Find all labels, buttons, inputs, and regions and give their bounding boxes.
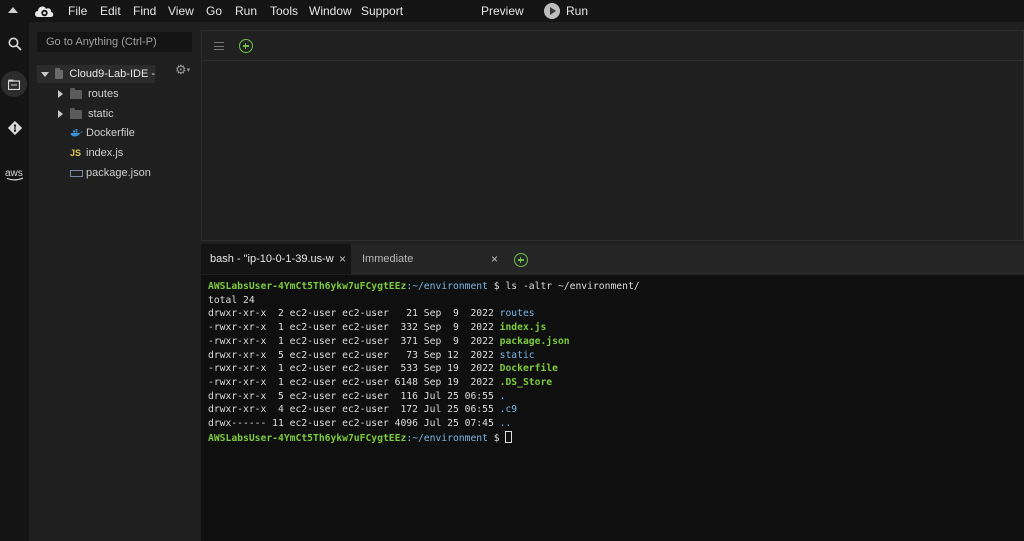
tree-root-folder[interactable]: Cloud9-Lab-IDE -	[37, 65, 155, 83]
tree-root-label: Cloud9-Lab-IDE -	[69, 68, 155, 80]
folder-icon	[55, 67, 64, 79]
search-icon	[8, 37, 22, 51]
run-play-icon[interactable]	[544, 3, 560, 19]
menu-icon[interactable]	[214, 42, 224, 50]
menu-tools[interactable]: Tools	[270, 4, 298, 18]
folder-icon	[8, 79, 20, 90]
ls-row-name: Dockerfile	[499, 363, 558, 375]
ls-row-meta: drwxr-xr-x 2 ec2-user ec2-user 21 Sep 9 …	[208, 308, 500, 320]
tree-item-label: static	[88, 108, 114, 120]
command-text: $ ls -altr ~/environment/	[487, 281, 640, 292]
prompt-user: AWSLabsUser-4YmCt5Th6ykw7uFCygtEEz	[208, 432, 407, 444]
ls-row-name: .c9	[499, 404, 518, 416]
close-icon[interactable]: ×	[491, 252, 498, 266]
svg-text:aws: aws	[5, 168, 23, 179]
folder-icon	[70, 87, 82, 99]
menu-bar: File Edit Find View Go Run Tools Window …	[0, 0, 1024, 22]
source-control-activity-button[interactable]	[0, 114, 29, 142]
ls-row-name: ..	[499, 418, 512, 430]
docker-icon	[70, 129, 83, 137]
tab-bash-terminal[interactable]: bash - "ip-10-0-1-39.us-w ×	[201, 244, 351, 274]
tree-item-package-json[interactable]: package.json	[70, 164, 151, 182]
terminal-output[interactable]: AWSLabsUser-4YmCt5Th6ykw7uFCygtEEz:~/env…	[201, 275, 1024, 541]
collapse-arrow-icon[interactable]	[8, 7, 18, 13]
prompt-path: :~/environment	[406, 432, 488, 444]
terminal-ls-row: drwxr-xr-x 2 ec2-user ec2-user 21 Sep 9 …	[208, 307, 1024, 321]
terminal-command-line: AWSLabsUser-4YmCt5Th6ykw7uFCygtEEz:~/env…	[208, 280, 1024, 294]
tree-item-label: Dockerfile	[86, 127, 135, 139]
tree-item-static[interactable]: static	[58, 105, 114, 123]
terminal-total-line: total 24	[208, 294, 255, 306]
prompt-tail: $	[487, 432, 506, 444]
tree-item-label: index.js	[86, 147, 124, 159]
tree-settings-gear-icon[interactable]: ⚙▾	[175, 62, 190, 78]
preview-button[interactable]: Preview	[481, 4, 524, 18]
ls-row-meta: -rwxr-xr-x 1 ec2-user ec2-user 332 Sep 9…	[208, 322, 500, 334]
ls-row-meta: drwxr-xr-x 5 ec2-user ec2-user 116 Jul 2…	[208, 390, 500, 402]
ls-row-name: .	[499, 390, 506, 402]
cloud9-logo-icon[interactable]	[33, 2, 55, 20]
ls-row-name: package.json	[499, 335, 570, 347]
menu-edit[interactable]: Edit	[100, 4, 121, 18]
javascript-file-icon: JS	[70, 148, 82, 158]
chevron-right-icon[interactable]	[58, 90, 63, 98]
chevron-right-icon[interactable]	[58, 110, 63, 118]
terminal-tab-bar: bash - "ip-10-0-1-39.us-w × Immediate ×	[201, 244, 1024, 274]
tab-immediate[interactable]: Immediate ×	[353, 244, 503, 274]
ls-row-name: index.js	[499, 322, 547, 334]
terminal-ls-row: -rwxr-xr-x 1 ec2-user ec2-user 533 Sep 1…	[208, 362, 1024, 376]
ls-row-name: .DS_Store	[499, 376, 553, 388]
terminal-ls-row: -rwxr-xr-x 1 ec2-user ec2-user 332 Sep 9…	[208, 321, 1024, 335]
menu-file[interactable]: File	[68, 4, 87, 18]
terminal-ls-row: -rwxr-xr-x 1 ec2-user ec2-user 6148 Sep …	[208, 376, 1024, 390]
terminal-prompt-line: AWSLabsUser-4YmCt5Th6ykw7uFCygtEEz:~/env…	[208, 430, 1024, 446]
tree-item-dockerfile[interactable]: Dockerfile	[70, 124, 135, 142]
menu-run[interactable]: Run	[235, 4, 257, 18]
chevron-down-icon[interactable]	[41, 71, 49, 77]
terminal-cursor	[505, 430, 513, 443]
aws-activity-button[interactable]: aws	[0, 160, 29, 188]
run-button[interactable]: Run	[566, 4, 588, 18]
menu-support[interactable]: Support	[361, 4, 403, 18]
ls-row-meta: -rwxr-xr-x 1 ec2-user ec2-user 6148 Sep …	[208, 376, 500, 388]
json-file-icon	[70, 169, 83, 177]
add-tab-plus-icon[interactable]	[239, 39, 253, 53]
ls-row-meta: -rwxr-xr-x 1 ec2-user ec2-user 533 Sep 1…	[208, 363, 500, 375]
prompt-user: AWSLabsUser-4YmCt5Th6ykw7uFCygtEEz	[208, 281, 407, 292]
prompt-path: :~/environment	[406, 281, 488, 292]
tree-item-label: package.json	[86, 167, 151, 179]
goto-anything-input[interactable]: Go to Anything (Ctrl-P)	[37, 32, 192, 52]
ls-row-name: routes	[499, 308, 535, 320]
editor-tab-bar	[202, 31, 1023, 61]
ls-row-meta: drwx------ 11 ec2-user ec2-user 4096 Jul…	[208, 418, 500, 430]
file-tree-panel: Go to Anything (Ctrl-P) ⚙▾ Cloud9-Lab-ID…	[29, 22, 200, 541]
ls-row-meta: drwxr-xr-x 5 ec2-user ec2-user 73 Sep 12…	[208, 349, 500, 361]
ls-row-meta: drwxr-xr-x 4 ec2-user ec2-user 172 Jul 2…	[208, 404, 500, 416]
activity-bar: aws	[0, 22, 29, 541]
tree-item-label: routes	[88, 88, 119, 100]
tree-item-index-js[interactable]: JS index.js	[70, 144, 123, 162]
add-terminal-plus-icon[interactable]	[514, 253, 528, 267]
terminal-ls-row: drwxr-xr-x 4 ec2-user ec2-user 172 Jul 2…	[208, 403, 1024, 417]
terminal-ls-row: drwxr-xr-x 5 ec2-user ec2-user 73 Sep 12…	[208, 349, 1024, 363]
menu-go[interactable]: Go	[206, 4, 222, 18]
menu-find[interactable]: Find	[133, 4, 156, 18]
search-activity-button[interactable]	[0, 30, 29, 58]
environment-activity-button[interactable]	[1, 71, 27, 97]
terminal-ls-row: drwx------ 11 ec2-user ec2-user 4096 Jul…	[208, 417, 1024, 431]
git-icon	[7, 121, 22, 135]
ls-row-name: static	[499, 349, 535, 361]
close-icon[interactable]: ×	[339, 252, 346, 266]
tab-label: Immediate	[362, 253, 414, 265]
tree-item-routes[interactable]: routes	[58, 85, 119, 103]
tab-label: bash - "ip-10-0-1-39.us-w	[210, 253, 334, 265]
folder-icon	[70, 107, 82, 119]
aws-icon: aws	[5, 168, 23, 181]
terminal-ls-row: -rwxr-xr-x 1 ec2-user ec2-user 371 Sep 9…	[208, 335, 1024, 349]
menu-window[interactable]: Window	[309, 4, 352, 18]
terminal-ls-row: drwxr-xr-x 5 ec2-user ec2-user 116 Jul 2…	[208, 390, 1024, 404]
menu-view[interactable]: View	[168, 4, 194, 18]
editor-area[interactable]	[201, 30, 1024, 241]
ls-row-meta: -rwxr-xr-x 1 ec2-user ec2-user 371 Sep 9…	[208, 335, 500, 347]
